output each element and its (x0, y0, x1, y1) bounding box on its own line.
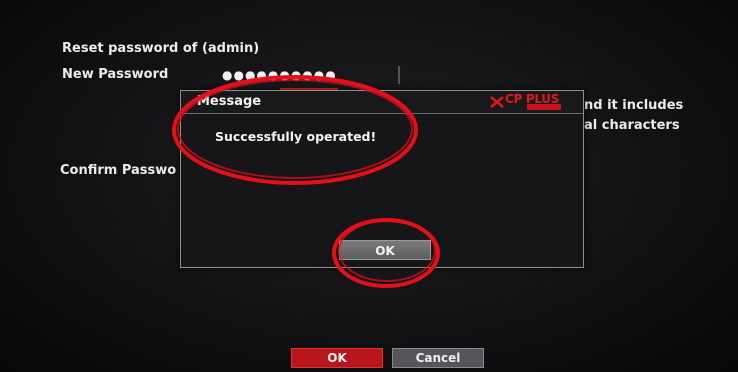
cp-plus-logo-icon: CP PLUS (489, 92, 569, 112)
text-caret (398, 66, 400, 84)
dialog-ok-button[interactable]: OK (339, 240, 431, 260)
confirm-password-label: Confirm Passwo (60, 163, 177, 178)
form-ok-button[interactable]: OK (291, 348, 383, 368)
form-cancel-button[interactable]: Cancel (392, 348, 484, 368)
dialog-header: Message CP PLUS (181, 91, 583, 114)
logo-underline (527, 104, 561, 110)
reset-password-title: Reset password of (admin) (62, 41, 260, 56)
password-hint-line-1: nd it includes (584, 98, 684, 113)
logo-mark-icon (490, 96, 504, 108)
message-dialog: Message CP PLUS Successfully operated! O… (180, 90, 584, 268)
new-password-field[interactable]: ●●●●●●●●●● (222, 68, 337, 82)
password-hint-line-2: al characters (584, 118, 680, 133)
dialog-title: Message (197, 94, 262, 109)
new-password-label: New Password (62, 67, 169, 82)
dialog-message: Successfully operated! (215, 129, 377, 144)
